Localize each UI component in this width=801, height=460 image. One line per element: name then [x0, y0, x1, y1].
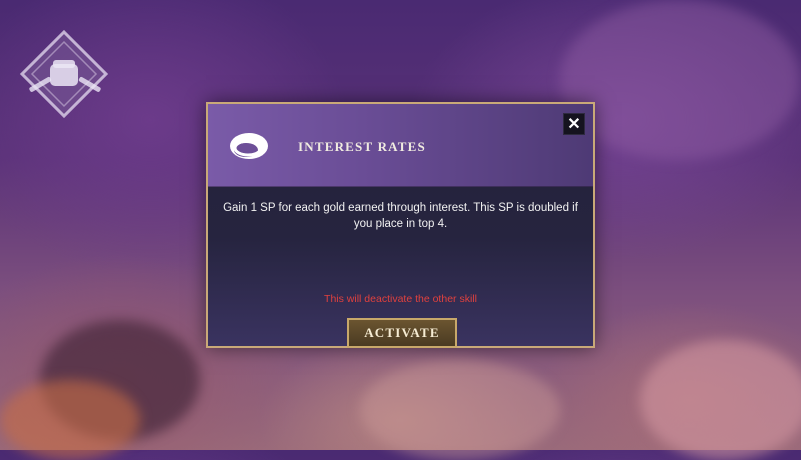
modal-header: INTEREST RATES ✕ — [208, 104, 593, 187]
fist-wrench-emblem-icon — [19, 29, 109, 119]
background-cloud — [560, 0, 800, 160]
close-icon: ✕ — [567, 116, 581, 133]
skill-description: Gain 1 SP for each gold earned through i… — [223, 202, 578, 230]
deactivate-warning: This will deactivate the other skill — [324, 293, 477, 305]
gold-coin-icon — [228, 130, 270, 162]
background-cloud — [360, 360, 560, 460]
skill-modal: INTEREST RATES ✕ Gain 1 SP for each gold… — [206, 102, 595, 348]
activate-button[interactable]: ACTIVATE — [347, 318, 457, 348]
background-cloud — [0, 380, 140, 460]
background-cloud — [640, 340, 801, 460]
modal-title: INTEREST RATES — [298, 139, 426, 154]
logo — [19, 29, 109, 119]
activate-button-label: ACTIVATE — [364, 325, 440, 340]
close-button[interactable]: ✕ — [563, 113, 585, 135]
